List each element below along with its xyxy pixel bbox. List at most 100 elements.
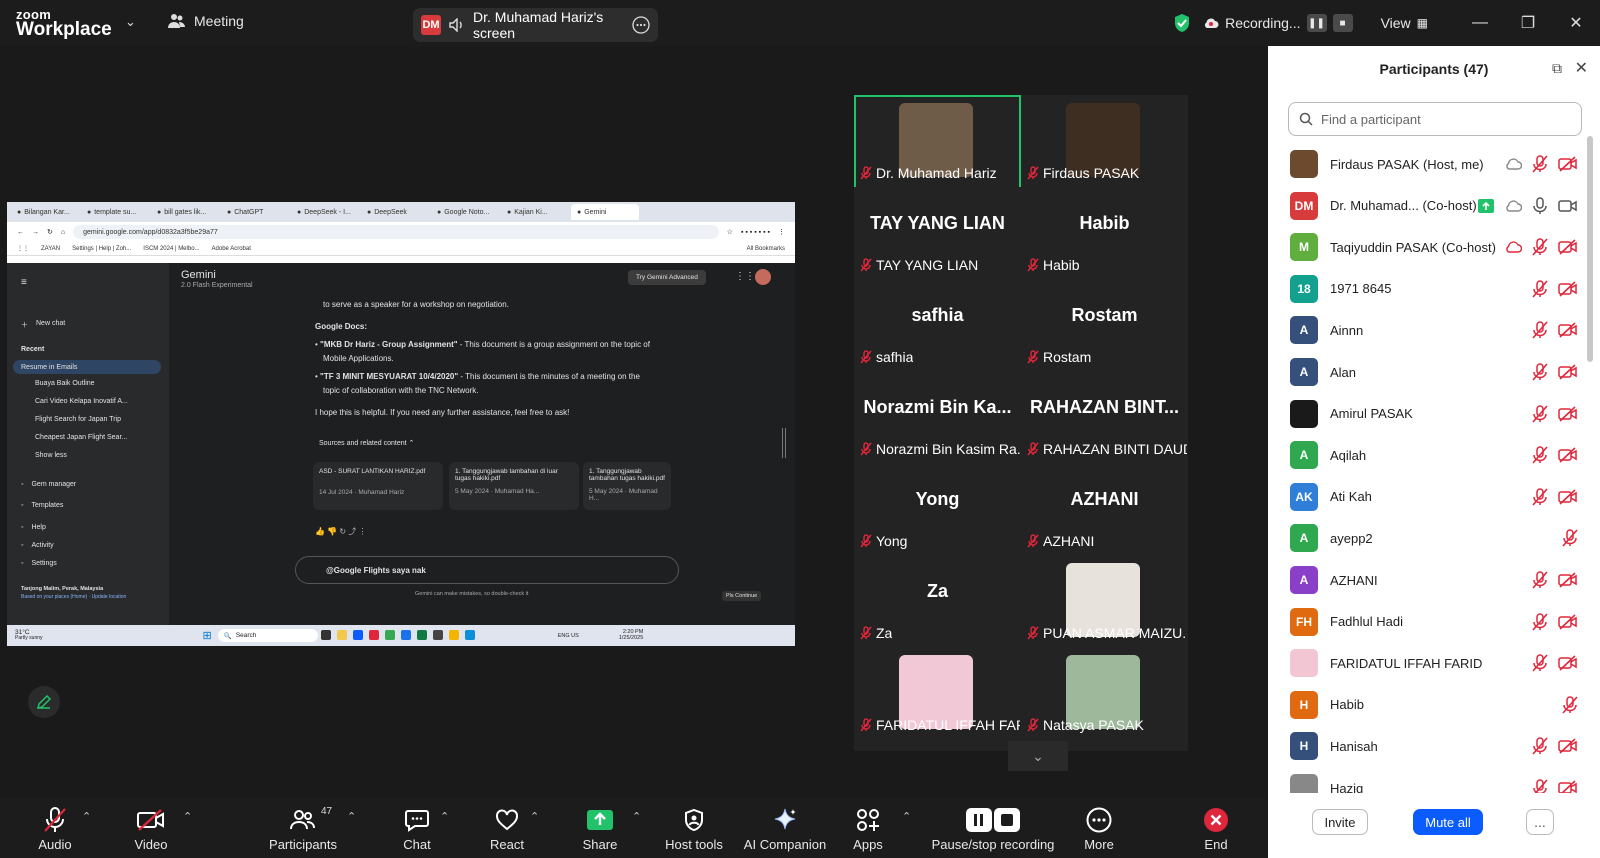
- participant-row[interactable]: A Alan: [1268, 351, 1588, 393]
- participant-row[interactable]: M Taqiyuddin PASAK (Co-host): [1268, 226, 1588, 268]
- split-handle[interactable]: [782, 428, 786, 458]
- more-button[interactable]: More: [1077, 798, 1121, 858]
- participant-row[interactable]: A ayepp2: [1268, 517, 1588, 559]
- pause-stop-recording-button[interactable]: Pause/stop recording: [926, 798, 1060, 858]
- video-tile[interactable]: safhia safhia: [854, 279, 1021, 373]
- video-tile[interactable]: FARIDATUL IFFAH FARID: [854, 647, 1021, 741]
- participant-row[interactable]: FARIDATUL IFFAH FARID: [1268, 642, 1588, 684]
- participant-row[interactable]: A Ainnn: [1268, 309, 1588, 351]
- participant-row[interactable]: AK Ati Kah: [1268, 476, 1588, 518]
- video-tile[interactable]: Natasya PASAK: [1021, 647, 1188, 741]
- more-options-icon[interactable]: [632, 16, 650, 34]
- muted-mic-icon: [1027, 350, 1039, 364]
- participant-row[interactable]: Haziq: [1268, 767, 1588, 793]
- hamburger-icon: ≡: [21, 277, 27, 288]
- end-meeting-button[interactable]: End: [1196, 798, 1236, 858]
- chat-options-icon[interactable]: ⌃: [440, 810, 449, 823]
- video-options-icon[interactable]: ⌃: [183, 810, 192, 823]
- new-chat-label: New chat: [36, 320, 66, 327]
- video-tile[interactable]: Dr. Muhamad Hariz: [854, 95, 1021, 189]
- recent-chat-label: Cheapest Japan Flight Sear...: [35, 434, 128, 441]
- bookmark-item: Settings | Help | Zoh...: [72, 245, 132, 252]
- sidebar-link: ◦ Templates: [21, 502, 63, 509]
- participant-row[interactable]: A AZHANI: [1268, 559, 1588, 601]
- participant-status-icons: [1532, 404, 1578, 423]
- muted-mic-icon: [1562, 529, 1578, 547]
- ai-companion-button[interactable]: AI Companion: [742, 798, 828, 858]
- recent-chat-label: Cari Video Kelapa Inovatif A...: [35, 398, 128, 405]
- shared-screen[interactable]: ● Bilangan Kar... ● template su... ● bill gat…: [7, 202, 795, 646]
- participant-row[interactable]: FH Fadhlul Hadi: [1268, 601, 1588, 643]
- audio-options-icon[interactable]: ⌃: [82, 810, 91, 823]
- share-button[interactable]: Share: [575, 798, 625, 858]
- video-tile[interactable]: Habib Habib: [1021, 187, 1188, 281]
- participant-row[interactable]: 18 1971 8645: [1268, 268, 1588, 310]
- react-button[interactable]: React: [482, 798, 532, 858]
- source-card-1: ASD - SURAT LANTIKAN HARIZ.pdf 14 Jul 202…: [313, 462, 443, 510]
- chevron-down-icon[interactable]: ⌄: [125, 14, 136, 30]
- minimize-window-button[interactable]: —: [1456, 14, 1504, 32]
- video-tile[interactable]: TAY YANG LIAN TAY YANG LIAN: [854, 187, 1021, 281]
- popout-icon[interactable]: ⧉: [1552, 60, 1562, 77]
- tile-display-name: Za: [926, 581, 948, 601]
- react-options-icon[interactable]: ⌃: [530, 810, 539, 823]
- video-tile[interactable]: PUAN ASMAR MAIZU...: [1021, 555, 1188, 649]
- annotate-button[interactable]: [28, 686, 60, 718]
- stop-recording-button[interactable]: ■: [1332, 14, 1353, 32]
- bullet-1: • "MKB Dr Hariz - Group Assignment" - Th…: [315, 340, 650, 349]
- search-input[interactable]: [1321, 111, 1561, 127]
- screen-share-indicator[interactable]: DM Dr. Muhamad Hariz's screen: [413, 8, 658, 42]
- avatar: AK: [1290, 482, 1318, 511]
- participant-row[interactable]: Firdaus PASAK (Host, me): [1268, 143, 1588, 185]
- participant-row[interactable]: Amirul PASAK: [1268, 393, 1588, 435]
- participant-list: Firdaus PASAK (Host, me) DM Dr. Muhamad.…: [1268, 143, 1588, 793]
- video-tile[interactable]: Firdaus PASAK: [1021, 95, 1188, 189]
- participants-options-icon[interactable]: ⌃: [347, 810, 356, 823]
- restore-window-button[interactable]: ❐: [1504, 13, 1552, 33]
- more-options-button[interactable]: ...: [1526, 809, 1554, 835]
- meeting-menu[interactable]: Meeting: [168, 13, 244, 29]
- participant-search[interactable]: [1288, 102, 1582, 136]
- participant-name: Hanisah: [1330, 738, 1378, 754]
- mute-all-button[interactable]: Mute all: [1413, 809, 1483, 835]
- sidebar-link-icon: ◦: [21, 481, 24, 488]
- end-label: End: [1204, 836, 1228, 852]
- bullet-1-line2: Mobile Applications.: [323, 354, 394, 363]
- video-tile[interactable]: AZHANI AZHANI: [1021, 463, 1188, 557]
- back-icon: ←: [17, 228, 24, 236]
- share-options-icon[interactable]: ⌃: [632, 810, 641, 823]
- participant-row[interactable]: H Hanisah: [1268, 725, 1588, 767]
- weather: 31°C Partly sunny: [15, 629, 43, 642]
- video-tile[interactable]: Norazmi Bin Ka... Norazmi Bin Kasim Ra...: [854, 371, 1021, 465]
- view-button[interactable]: View ▦: [1381, 15, 1428, 31]
- apps-options-icon[interactable]: ⌃: [902, 810, 911, 823]
- participant-row[interactable]: A Aqilah: [1268, 434, 1588, 476]
- gallery-next-button[interactable]: ⌄: [1008, 741, 1068, 771]
- muted-mic-icon: [1532, 404, 1548, 423]
- apps-button[interactable]: Apps: [848, 798, 888, 858]
- chat-button[interactable]: Chat: [392, 798, 442, 858]
- host-tools-button[interactable]: Host tools: [664, 798, 724, 858]
- brand-line2: Workplace: [16, 19, 112, 40]
- participant-scrollbar[interactable]: [1587, 136, 1593, 362]
- video-tile[interactable]: Rostam Rostam: [1021, 279, 1188, 373]
- video-tile[interactable]: RAHAZAN BINT... RAHAZAN BINTI DAUD: [1021, 371, 1188, 465]
- video-button[interactable]: Video: [126, 798, 176, 858]
- video-tile[interactable]: Yong Yong: [854, 463, 1021, 557]
- sidebar-link-label: Settings: [31, 560, 57, 567]
- avatar: [1290, 774, 1318, 793]
- pause-recording-button[interactable]: ❚❚: [1306, 14, 1327, 32]
- avatar: 18: [1290, 274, 1318, 303]
- participant-row[interactable]: DM Dr. Muhamad... (Co-host): [1268, 185, 1588, 227]
- host-tools-label: Host tools: [665, 836, 723, 852]
- close-icon[interactable]: ✕: [1575, 58, 1588, 78]
- browser-tab: ● Google Noto...: [431, 204, 499, 220]
- audio-button[interactable]: Audio: [30, 798, 80, 858]
- tile-name: safhia: [876, 349, 914, 365]
- close-window-button[interactable]: ✕: [1552, 13, 1600, 33]
- shield-check-icon[interactable]: [1173, 13, 1191, 33]
- apps-icon: [857, 808, 879, 831]
- participant-row[interactable]: H Habib: [1268, 684, 1588, 726]
- video-tile[interactable]: Za Za: [854, 555, 1021, 649]
- invite-button[interactable]: Invite: [1312, 809, 1368, 835]
